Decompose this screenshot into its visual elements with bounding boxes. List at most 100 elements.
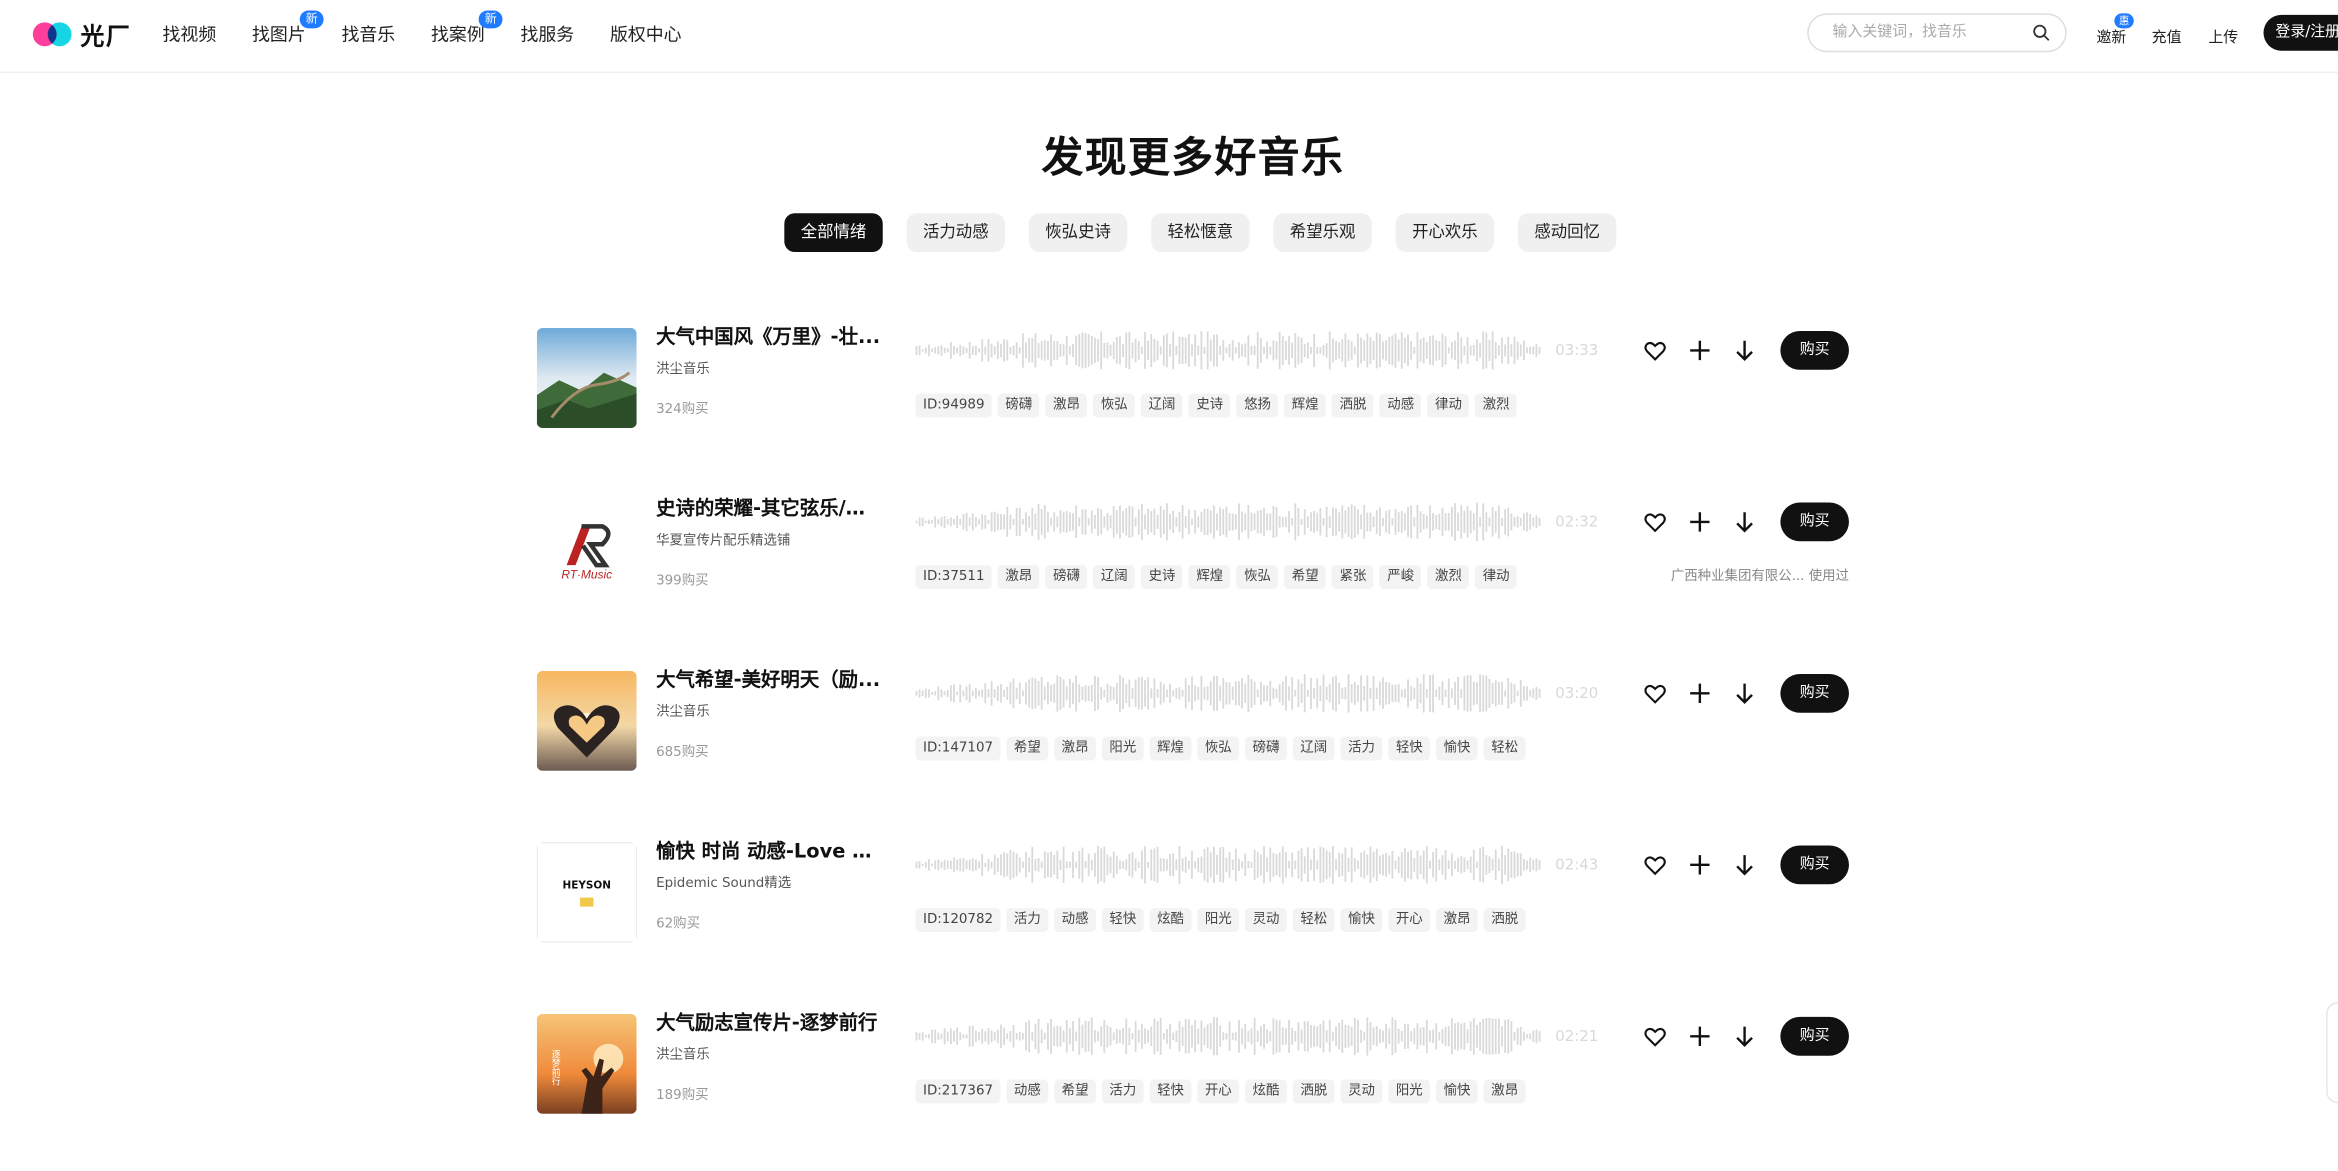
heart-icon[interactable] — [1643, 681, 1667, 705]
nav-item[interactable]: 找图片新 — [252, 10, 324, 46]
mood-filter-chip[interactable]: 活力动感 — [906, 213, 1006, 252]
mood-tag[interactable]: 灵动 — [1245, 908, 1287, 932]
add-icon[interactable] — [1688, 510, 1712, 534]
nav-item[interactable]: 找视频 — [163, 21, 217, 46]
mood-tag[interactable]: 轻快 — [1101, 908, 1144, 932]
buy-button[interactable]: 购买 — [1780, 673, 1849, 713]
buy-button[interactable]: 购买 — [1780, 845, 1849, 885]
mood-tag[interactable]: 活力 — [1006, 908, 1049, 932]
track-waveform[interactable] — [915, 844, 1542, 886]
mood-tag[interactable]: 激昂 — [1054, 736, 1096, 761]
mood-tag[interactable]: 愉快 — [1340, 908, 1383, 932]
mood-tag[interactable]: 动感 — [1379, 393, 1422, 418]
logo[interactable]: 光厂 — [32, 16, 131, 52]
track-cover-image[interactable]: 逐梦前行 — [536, 1013, 637, 1114]
mood-tag[interactable]: 洒脱 — [1292, 1079, 1335, 1104]
track-title[interactable]: 大气希望-美好明天（励... — [656, 664, 883, 692]
mood-tag[interactable]: 轻松 — [1292, 908, 1335, 932]
mood-tag[interactable]: 恢弘 — [1093, 393, 1136, 418]
track-waveform[interactable] — [915, 330, 1542, 372]
buy-button[interactable]: 购买 — [1780, 1016, 1849, 1056]
add-icon[interactable] — [1688, 1024, 1712, 1048]
mood-filter-chip[interactable]: 全部情绪 — [784, 213, 883, 252]
track-cover-image[interactable]: RT·Music — [536, 499, 637, 600]
mood-tag[interactable]: 严峻 — [1379, 565, 1422, 589]
mood-tag[interactable]: 激昂 — [1045, 393, 1088, 418]
recharge-link[interactable]: 充值 — [2152, 24, 2182, 46]
download-icon[interactable] — [1733, 681, 1757, 705]
mood-tag[interactable]: 开心 — [1388, 908, 1431, 932]
mood-tag[interactable]: 动感 — [1054, 908, 1096, 932]
mood-filter-chip[interactable]: 恢弘史诗 — [1028, 213, 1128, 252]
nav-item[interactable]: 找服务 — [520, 21, 574, 46]
mood-tag[interactable]: 灵动 — [1340, 1079, 1383, 1104]
search-icon[interactable] — [2032, 24, 2050, 42]
download-icon[interactable] — [1733, 338, 1757, 362]
mood-tag[interactable]: 轻松 — [1483, 736, 1526, 761]
nav-item[interactable]: 找音乐 — [342, 21, 396, 46]
track-title[interactable]: 愉快 时尚 动感-Love Love — [656, 835, 883, 863]
mood-tag[interactable]: 辽阔 — [1141, 393, 1183, 418]
buy-button[interactable]: 购买 — [1780, 331, 1849, 370]
heart-icon[interactable] — [1643, 853, 1667, 877]
side-floating-tab[interactable] — [2326, 1002, 2338, 1104]
upload-link[interactable]: 上传 — [2208, 24, 2238, 46]
track-title[interactable]: 大气励志宣传片-逐梦前行 — [656, 1006, 883, 1034]
mood-filter-chip[interactable]: 开心欢乐 — [1395, 213, 1495, 252]
mood-tag[interactable]: 激昂 — [997, 565, 1040, 589]
heart-icon[interactable] — [1643, 510, 1667, 534]
mood-tag[interactable]: 紧张 — [1332, 565, 1374, 589]
heart-icon[interactable] — [1643, 1024, 1667, 1048]
mood-tag[interactable]: 愉快 — [1436, 736, 1478, 761]
track-artist[interactable]: 洪尘音乐 — [656, 358, 710, 377]
mood-tag[interactable]: 辽阔 — [1292, 736, 1335, 761]
mood-tag[interactable]: 活力 — [1340, 736, 1383, 761]
mood-tag[interactable]: 阳光 — [1101, 736, 1144, 761]
mood-tag[interactable]: 悠扬 — [1236, 393, 1279, 418]
search-input[interactable] — [1829, 22, 2030, 42]
mood-tag[interactable]: 史诗 — [1141, 565, 1183, 589]
track-cover-image[interactable] — [536, 670, 637, 771]
mood-tag[interactable]: 洒脱 — [1483, 908, 1526, 932]
add-icon[interactable] — [1688, 338, 1712, 362]
mood-tag[interactable]: 恢弘 — [1197, 736, 1240, 761]
mood-tag[interactable]: 磅礴 — [1045, 565, 1088, 589]
mood-tag[interactable]: 希望 — [1284, 565, 1327, 589]
login-register-button[interactable]: 登录/注册 — [2263, 14, 2338, 51]
mood-tag[interactable]: 开心 — [1197, 1079, 1240, 1104]
mood-tag[interactable]: 阳光 — [1197, 908, 1240, 932]
track-cover-image[interactable]: HEYSON — [536, 842, 637, 943]
mood-tag[interactable]: 轻快 — [1149, 1079, 1192, 1104]
buy-button[interactable]: 购买 — [1780, 502, 1849, 542]
track-waveform[interactable] — [915, 672, 1542, 714]
mood-tag[interactable]: 辉煌 — [1188, 565, 1231, 589]
mood-tag[interactable]: 辉煌 — [1149, 736, 1192, 761]
mood-tag[interactable]: 动感 — [1006, 1079, 1049, 1104]
track-artist[interactable]: 洪尘音乐 — [656, 1044, 710, 1063]
track-cover-image[interactable] — [536, 328, 637, 428]
track-artist[interactable]: 华夏宣传片配乐精选铺 — [656, 529, 790, 549]
nav-item[interactable]: 版权中心 — [610, 21, 682, 46]
download-icon[interactable] — [1733, 510, 1757, 534]
track-title[interactable]: 史诗的荣耀-其它弦乐/弦... — [656, 492, 883, 520]
mood-tag[interactable]: 轻快 — [1388, 736, 1431, 761]
mood-filter-chip[interactable]: 轻松惬意 — [1151, 213, 1250, 252]
mood-tag[interactable]: 炫酷 — [1149, 908, 1192, 932]
mood-filter-chip[interactable]: 希望乐观 — [1273, 213, 1372, 252]
mood-tag[interactable]: 律动 — [1427, 393, 1470, 418]
nav-item[interactable]: 找案例新 — [431, 10, 503, 46]
mood-tag[interactable]: 激昂 — [1436, 908, 1478, 932]
mood-filter-chip[interactable]: 感动回忆 — [1517, 213, 1617, 252]
search-box[interactable] — [1807, 13, 2067, 53]
track-waveform[interactable] — [915, 501, 1542, 543]
mood-tag[interactable]: 希望 — [1006, 736, 1049, 761]
track-title[interactable]: 大气中国风《万里》-壮... — [656, 321, 883, 349]
mood-tag[interactable]: 愉快 — [1436, 1079, 1478, 1104]
add-icon[interactable] — [1688, 853, 1712, 877]
used-by-note[interactable]: 广西种业集团有限公... 使用过 — [1671, 565, 1849, 585]
mood-tag[interactable]: 激烈 — [1427, 565, 1470, 589]
mood-tag[interactable]: 辽阔 — [1093, 565, 1136, 589]
track-artist[interactable]: 洪尘音乐 — [656, 701, 710, 720]
mood-tag[interactable]: 激烈 — [1475, 393, 1518, 418]
mood-tag[interactable]: 辉煌 — [1284, 393, 1327, 418]
